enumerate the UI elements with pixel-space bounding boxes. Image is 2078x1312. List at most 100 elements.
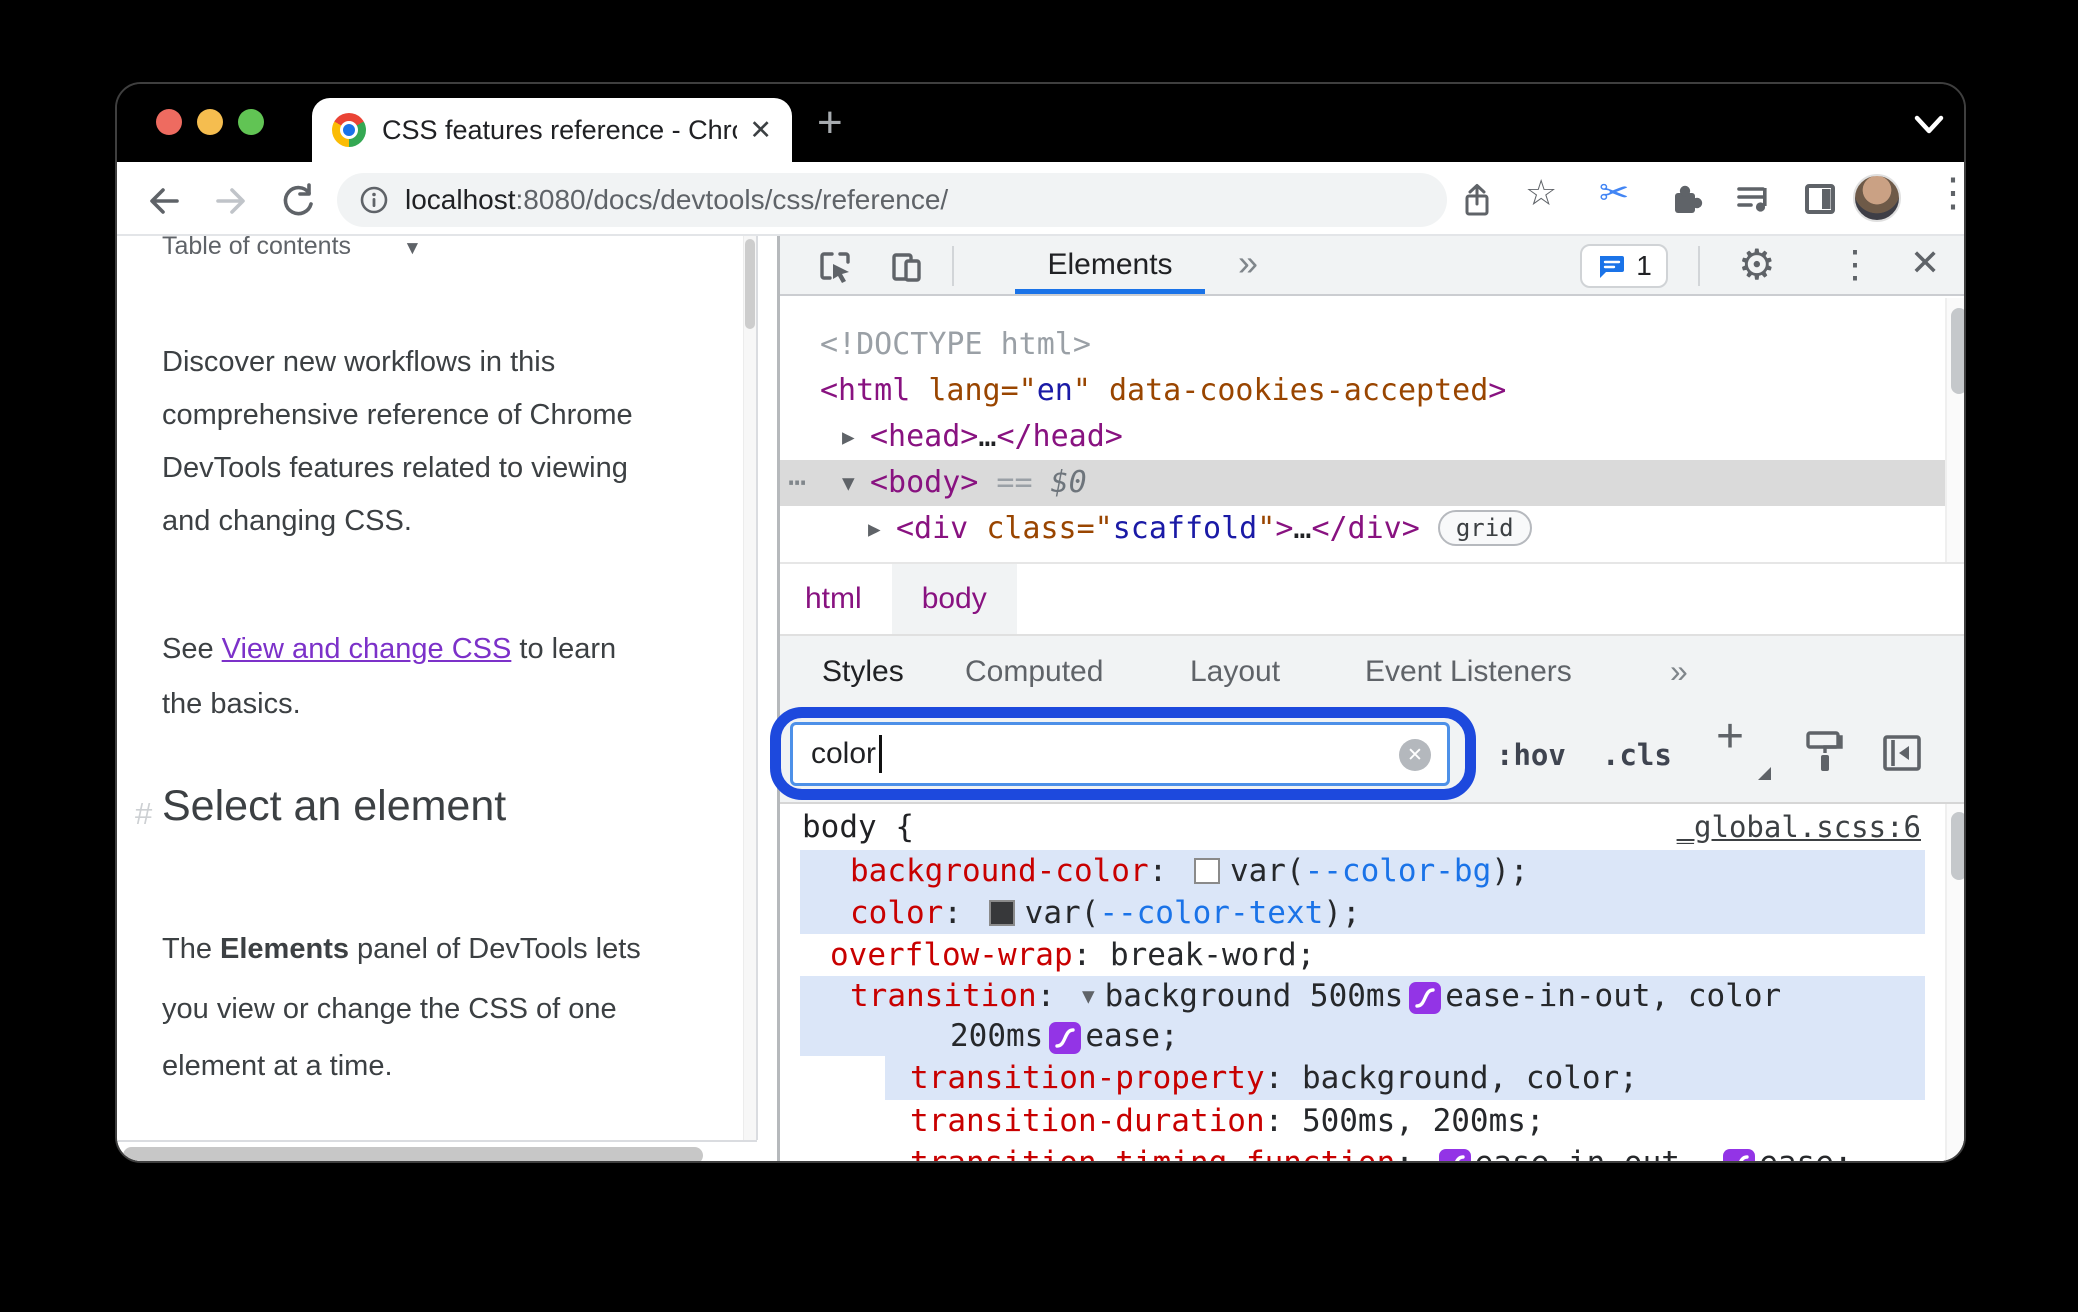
tab-event-listeners[interactable]: Event Listeners	[1365, 636, 1572, 707]
horizontal-scrollbar[interactable]	[123, 1147, 703, 1161]
tab-strip: CSS features reference - Chrom ✕ +	[117, 84, 1964, 162]
bezier-editor-icon[interactable]	[1409, 982, 1442, 1014]
browser-menu-kebab-icon[interactable]: ⋮	[1933, 170, 1964, 216]
tab-elements[interactable]: Elements	[1015, 236, 1205, 294]
value-text: );	[1323, 895, 1361, 931]
collapse-arrow-icon[interactable]: ▼	[842, 460, 870, 506]
forward-button[interactable]	[212, 182, 250, 220]
new-style-rule-button[interactable]: +	[1716, 709, 1744, 764]
css-property-transition[interactable]: transition: ▼ background 500ms ease-in-out…	[800, 976, 1925, 1016]
new-tab-button[interactable]: +	[817, 98, 843, 148]
grid-badge[interactable]: grid	[1437, 510, 1532, 546]
para2-line: element at a time.	[162, 1050, 393, 1082]
traffic-light-zoom-button[interactable]	[238, 109, 264, 135]
tab-computed[interactable]: Computed	[965, 636, 1103, 707]
styles-filter-input[interactable]: color ✕	[790, 722, 1450, 786]
attr-name: data-cookies-accepted	[1090, 373, 1489, 408]
more-panels-chevrons-icon[interactable]: »	[1238, 242, 1258, 284]
vertical-scrollbar-thumb[interactable]	[745, 239, 755, 329]
bezier-editor-icon[interactable]	[1438, 1149, 1471, 1161]
dom-node-html[interactable]: <html lang="en" data-cookies-accepted>	[780, 368, 1945, 414]
styles-scrollbar-thumb[interactable]	[1951, 812, 1964, 880]
back-button[interactable]	[145, 182, 183, 220]
attr-name: lang	[928, 373, 1001, 408]
color-swatch-white[interactable]	[1193, 858, 1220, 884]
inspect-element-icon[interactable]	[816, 248, 854, 286]
devtools-menu-kebab-icon[interactable]: ⋮	[1836, 242, 1874, 287]
tab-styles[interactable]: Styles	[822, 636, 904, 707]
extensions-puzzle-icon[interactable]	[1667, 180, 1705, 218]
para2-pre: The	[162, 933, 221, 965]
share-icon[interactable]	[1459, 182, 1495, 220]
close-devtools-icon[interactable]: ✕	[1910, 242, 1940, 284]
dom-node-doctype[interactable]: <!DOCTYPE html>	[780, 322, 1945, 368]
colon: :	[1036, 978, 1074, 1014]
bezier-editor-icon[interactable]	[1723, 1149, 1756, 1161]
media-playlist-icon[interactable]	[1733, 180, 1773, 218]
styles-scrollbar-track[interactable]	[1945, 804, 1964, 1161]
toggle-element-state-button[interactable]: :hov	[1496, 707, 1566, 802]
settings-gear-icon[interactable]: ⚙	[1738, 240, 1776, 289]
stylesheet-source-link[interactable]: _global.scss:6	[1677, 810, 1921, 844]
bezier-editor-icon[interactable]	[1049, 1022, 1082, 1054]
heading-anchor-hash[interactable]: #	[135, 796, 152, 832]
chrome-favicon-icon	[332, 113, 366, 147]
styles-pane: body { _global.scss:6 background-color: …	[780, 804, 1945, 1161]
dom-node-div-scaffold[interactable]: ▶ <div class="scaffold">…</div> grid	[780, 506, 1945, 552]
vertical-scrollbar-track[interactable]	[743, 236, 756, 1140]
css-variable-link[interactable]: --color-bg	[1305, 853, 1492, 889]
value-text: background 500ms	[1104, 978, 1404, 1014]
clear-filter-icon[interactable]: ✕	[1399, 739, 1431, 771]
view-and-change-css-link[interactable]: View and change CSS	[222, 633, 512, 665]
attr-eq: ="	[1000, 373, 1037, 408]
expand-arrow-icon[interactable]: ▶	[842, 414, 870, 460]
toggle-sidebar-icon[interactable]	[1880, 731, 1924, 775]
css-property-background-color[interactable]: background-color: var(--color-bg);	[800, 850, 1925, 892]
expand-arrow-icon[interactable]: ▶	[868, 506, 896, 552]
attr-value: scaffold	[1112, 511, 1258, 546]
more-tabs-chevrons-icon[interactable]: »	[1670, 636, 1688, 707]
element-classes-button[interactable]: .cls	[1602, 707, 1672, 802]
toggle-device-toolbar-icon[interactable]	[888, 248, 926, 286]
profile-avatar[interactable]	[1853, 174, 1901, 222]
node-options-dots-icon[interactable]: ⋯	[788, 460, 806, 506]
table-of-contents-toggle[interactable]: Table of contents ▼	[162, 236, 422, 261]
css-property-transition-duration[interactable]: transition-duration: 500ms, 200ms;	[780, 1100, 1945, 1142]
site-info-icon[interactable]	[359, 185, 389, 215]
para2-post: panel of DevTools lets	[348, 933, 641, 965]
dom-scrollbar-track[interactable]	[1945, 298, 1964, 562]
tag-close: >	[1488, 373, 1507, 408]
css-variable-link[interactable]: --color-text	[1099, 895, 1323, 931]
paint-roller-icon[interactable]	[1802, 729, 1844, 777]
property-name: transition-property	[910, 1060, 1265, 1096]
chevron-down-icon[interactable]	[1909, 112, 1949, 138]
bookmark-star-icon[interactable]: ☆	[1525, 172, 1557, 214]
property-name: overflow-wrap	[830, 937, 1073, 973]
dom-node-body-selected[interactable]: ⋯ ▼ <body> == $0	[780, 460, 1945, 506]
breadcrumb-body[interactable]: body	[891, 564, 1017, 634]
tag-open: <html	[820, 373, 929, 408]
value-text: var(	[1024, 895, 1100, 931]
color-swatch-dark[interactable]	[988, 900, 1015, 926]
browser-tab[interactable]: CSS features reference - Chrom ✕	[312, 98, 792, 162]
scissors-extension-icon[interactable]: ✂	[1599, 172, 1629, 214]
new-style-rule-dropdown-icon[interactable]	[1758, 767, 1771, 780]
traffic-light-close-button[interactable]	[156, 109, 182, 135]
url-bar[interactable]: localhost:8080/docs/devtools/css/referen…	[337, 173, 1447, 227]
tab-layout[interactable]: Layout	[1190, 636, 1280, 707]
para2-bold: Elements	[220, 933, 349, 965]
tab-close-icon[interactable]: ✕	[749, 115, 772, 146]
dom-node-head[interactable]: ▶ <head>…</head>	[780, 414, 1945, 460]
reload-button[interactable]	[279, 182, 317, 220]
breadcrumb-html[interactable]: html	[780, 564, 892, 634]
css-property-overflow-wrap[interactable]: overflow-wrap: break-word;	[780, 934, 1945, 976]
css-property-color[interactable]: color: var(--color-text);	[800, 892, 1925, 934]
side-panel-icon[interactable]	[1801, 180, 1839, 218]
traffic-light-minimize-button[interactable]	[197, 109, 223, 135]
doctype-text: <!DOCTYPE html>	[820, 327, 1091, 362]
issues-counter-button[interactable]: 1	[1580, 244, 1668, 288]
expand-shorthand-icon[interactable]: ▼	[1082, 984, 1095, 1008]
css-property-transition-timing-function[interactable]: transition-timing-function: ease-in-out,…	[780, 1142, 1945, 1161]
css-property-transition-property[interactable]: transition-property: background, color;	[885, 1056, 1925, 1100]
dom-scrollbar-thumb[interactable]	[1951, 308, 1964, 394]
